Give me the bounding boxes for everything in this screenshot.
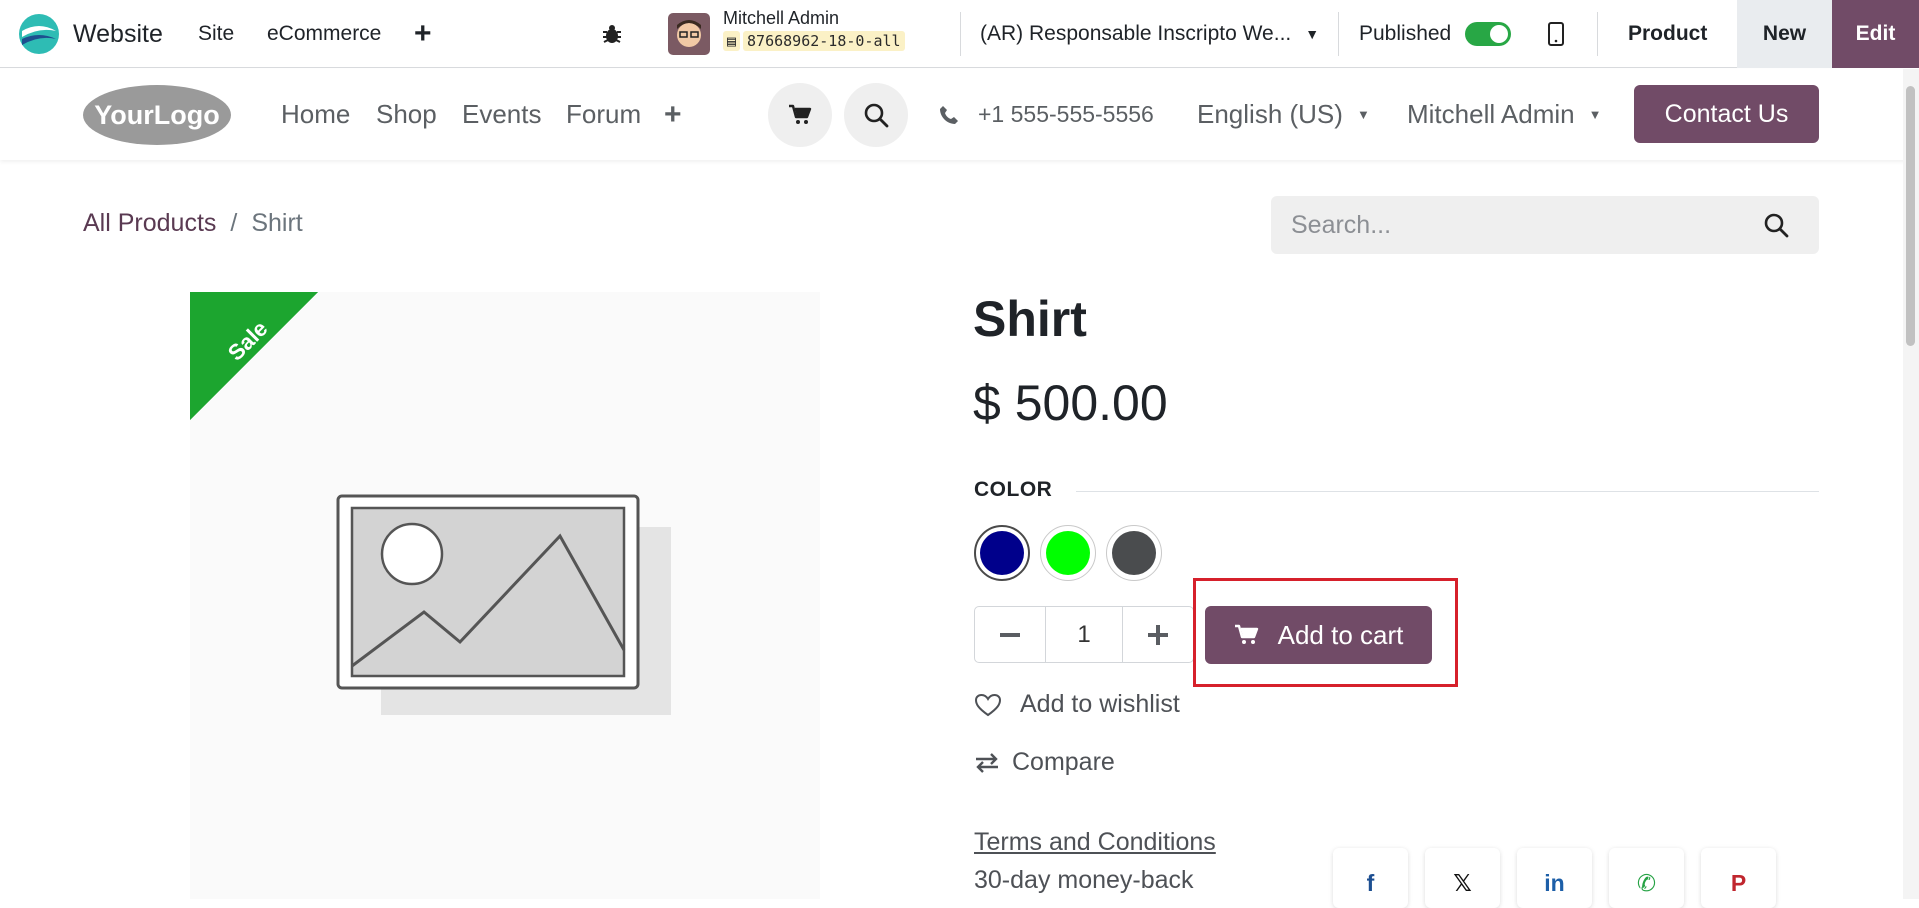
app-name[interactable]: Website [73,0,163,68]
website-selector-label: (AR) Responsable Inscripto We... [980,22,1292,45]
odoo-website-icon [19,14,59,54]
add-icon[interactable]: + [414,0,432,68]
sale-ribbon: Sale [190,292,318,420]
search-input[interactable] [1271,196,1751,254]
breadcrumb-current: Shirt [251,209,303,237]
linkedin-icon: in [1544,870,1565,896]
plus-icon [1148,624,1168,645]
color-attribute-label: COLOR [974,478,1053,501]
phone-link[interactable]: +1 555-555-5556 [938,69,1154,160]
contact-us-button[interactable]: Contact Us [1634,85,1819,143]
nav-home[interactable]: Home [281,69,350,160]
menu-site[interactable]: Site [198,0,234,68]
breadcrumb: All Products / Shirt [83,209,303,238]
color-swatch-navy[interactable] [974,525,1030,581]
language-selector[interactable]: English (US) ▼ [1197,69,1370,160]
phone-icon [940,105,958,124]
product-search [1271,196,1819,254]
published-switch[interactable] [1465,22,1512,46]
nav-events[interactable]: Events [462,69,542,160]
language-label: English (US) [1197,99,1343,129]
product-price: $ 500.00 [973,375,1168,431]
site-header: YourLogo Home Shop Events Forum + +1 555… [0,69,1919,160]
color-swatch-green[interactable] [1040,525,1096,581]
search-icon [864,103,889,128]
nav-add-icon[interactable]: + [664,69,682,160]
user-menu[interactable]: Mitchell Admin ▼ [1407,69,1602,160]
product-button[interactable]: Product [1628,0,1707,68]
user-name: Mitchell Admin [723,8,840,28]
facebook-share-button[interactable]: f [1333,848,1408,908]
x-share-button[interactable]: 𝕏 [1425,848,1500,908]
user-menu-label: Mitchell Admin [1407,99,1575,129]
db-badge: ▤ 87668962-18-0-all [723,31,905,51]
menu-ecommerce[interactable]: eCommerce [267,0,381,68]
edit-button[interactable]: Edit [1832,0,1919,68]
quantity-minus-button[interactable] [975,607,1045,662]
whatsapp-icon: ✆ [1636,870,1657,896]
published-toggle[interactable]: Published [1359,0,1512,68]
site-logo[interactable]: YourLogo [82,83,232,152]
caret-down-icon: ▼ [1356,107,1370,122]
scrollbar-thumb[interactable] [1906,86,1915,346]
header-search-button[interactable] [844,83,908,147]
new-button[interactable]: New [1737,0,1832,68]
terms-and-conditions-link[interactable]: Terms and Conditions [974,828,1216,857]
breadcrumb-separator: / [230,209,238,237]
highlight-box [1193,578,1458,687]
nav-shop[interactable]: Shop [376,69,437,160]
phone-number: +1 555-555-5556 [978,101,1154,127]
exchange-icon [976,752,998,773]
attribute-divider [1076,491,1819,492]
pinterest-icon: P [1730,870,1747,896]
breadcrumb-all-products[interactable]: All Products [83,209,216,238]
linkedin-share-button[interactable]: in [1517,848,1592,908]
x-icon: 𝕏 [1453,870,1472,896]
whatsapp-share-button[interactable]: ✆ [1609,848,1684,908]
quantity-stepper: 1 [974,606,1194,663]
logo-text: YourLogo [94,100,219,130]
cart-icon [789,104,812,124]
caret-down-icon: ▼ [1588,107,1602,122]
published-label: Published [1359,22,1452,45]
caret-down-icon: ▼ [1305,26,1320,42]
nav-forum[interactable]: Forum [566,69,641,160]
image-placeholder-icon [336,494,671,715]
database-icon: ▤ [723,31,741,51]
minus-icon [1000,632,1020,637]
compare-label: Compare [1012,748,1115,776]
website-app-logo[interactable] [18,0,60,68]
pinterest-share-button[interactable]: P [1701,848,1776,908]
search-icon[interactable] [1763,212,1789,243]
compare-link[interactable]: Compare [974,748,1115,777]
quantity-input[interactable]: 1 [1045,607,1123,662]
website-selector[interactable]: (AR) Responsable Inscripto We... ▼ [980,0,1319,68]
mobile-preview-icon[interactable] [1548,0,1564,68]
cart-button[interactable] [768,83,832,147]
color-swatch-dark-grey[interactable] [1106,525,1162,581]
add-to-wishlist-link[interactable]: Add to wishlist [974,690,1180,719]
facebook-icon: f [1366,870,1375,896]
product-title: Shirt [973,291,1087,347]
user-avatar[interactable] [668,0,710,68]
wishlist-label: Add to wishlist [1020,690,1180,718]
money-back-text: 30-day money-back [974,866,1194,894]
debug-icon[interactable] [600,0,624,68]
heart-icon [974,693,1002,716]
quantity-plus-button[interactable] [1123,607,1193,662]
db-name: 87668962-18-0-all [743,31,905,51]
odoo-topbar: Website Site eCommerce + Mitchell Admin … [0,0,1919,68]
